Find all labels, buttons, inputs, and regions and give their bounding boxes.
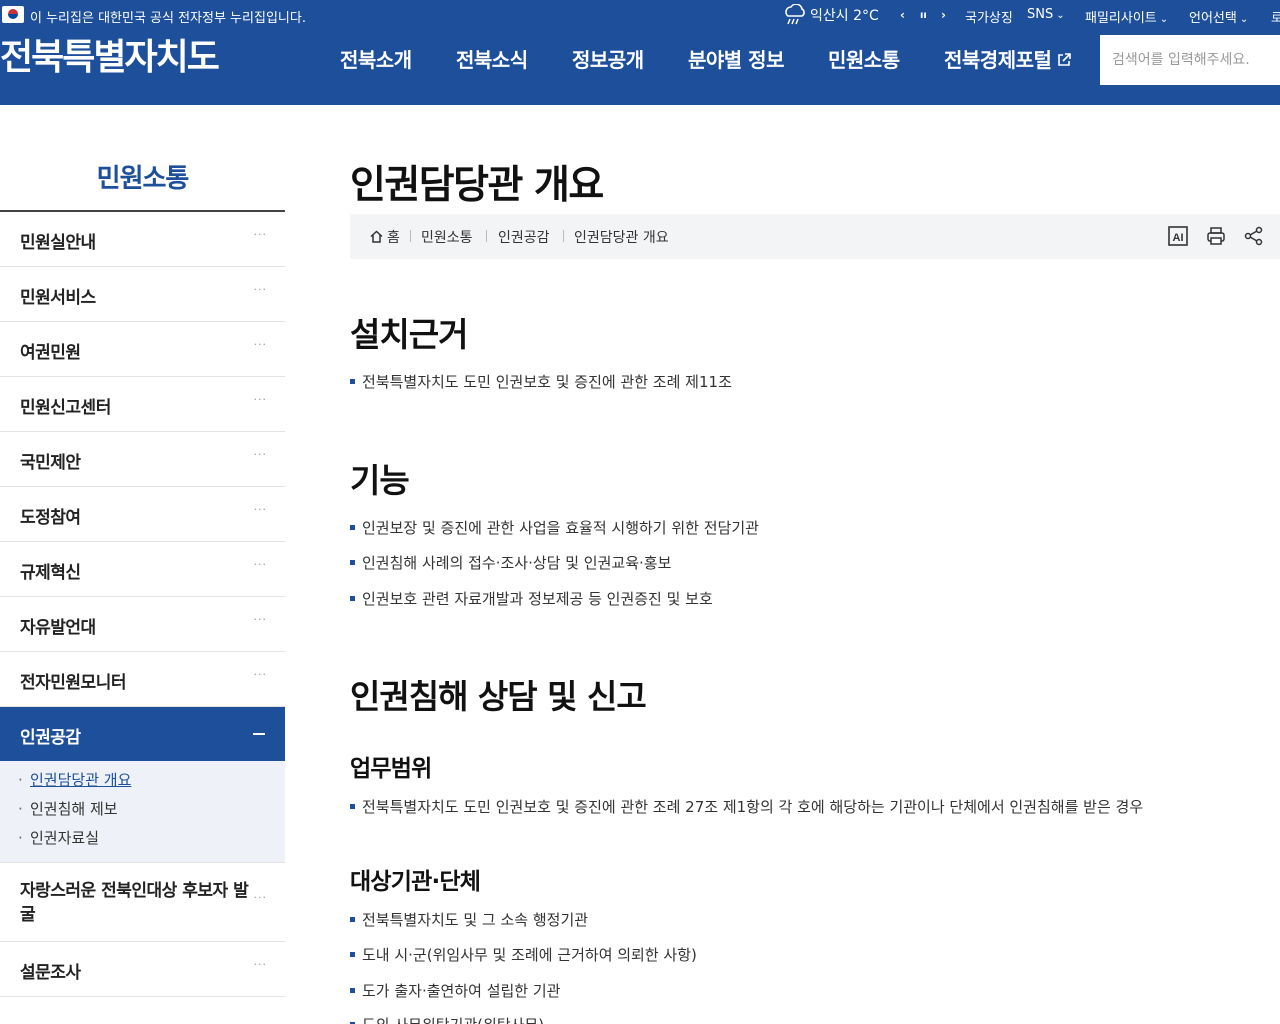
submenu-item-overview[interactable]: 인권담당관 개요 [0, 769, 285, 798]
more-icon: ··· [253, 558, 267, 571]
sidebar-item-regulation[interactable]: 규제혁신 ··· [0, 542, 285, 597]
sidebar-item-passport[interactable]: 여권민원 ··· [0, 322, 285, 377]
sidebar-submenu: 인권담당관 개요 인권침해 제보 인권자료실 [0, 761, 285, 863]
korea-flag-icon [2, 6, 24, 23]
list-item: 전북특별자치도 도민 인권보호 및 증진에 관한 조례 제11조 [350, 371, 732, 392]
breadcrumb-separator [486, 230, 487, 242]
sidebar-item-civil-service[interactable]: 민원서비스 ··· [0, 267, 285, 322]
list-item: 도내 시·군(위임사무 및 조례에 근거하여 의뢰한 사항) [350, 944, 697, 965]
section-title-consult: 인권침해 상담 및 신고 [350, 677, 647, 716]
gov-banner-text: 이 누리집은 대한민국 공식 전자정부 누리집입니다. [30, 11, 306, 26]
site-header: 이 누리집은 대한민국 공식 전자정부 누리집입니다. 익산시 2°C ‹ ıı… [0, 0, 1280, 105]
breadcrumb-separator [410, 230, 411, 242]
more-icon: ··· [253, 283, 267, 296]
family-site-menu[interactable]: 패밀리사이트 ⌄ [1085, 7, 1168, 26]
subsection-title-scope: 업무범위 [350, 756, 432, 782]
external-link-icon [1058, 53, 1072, 66]
more-icon: ··· [253, 228, 267, 241]
gnb-item-field-info[interactable]: 분야별 정보 [688, 44, 784, 73]
login-link[interactable]: 로 [1271, 7, 1280, 26]
more-icon: ··· [253, 448, 267, 461]
sidebar-title: 민원소통 [96, 164, 190, 194]
rain-cloud-icon [785, 4, 805, 25]
submenu-item-archive[interactable]: 인권자료실 [0, 827, 285, 856]
more-icon: ··· [253, 503, 267, 516]
top-bar: 이 누리집은 대한민국 공식 전자정부 누리집입니다. 익산시 2°C ‹ ıı… [0, 0, 1280, 32]
site-logo[interactable]: 전북특별자치도 [0, 36, 220, 80]
page-title: 인권담당관 개요 [350, 163, 604, 208]
more-icon: ··· [253, 891, 267, 904]
more-icon: ··· [253, 338, 267, 351]
print-icon[interactable] [1205, 225, 1227, 247]
section-title-function: 기능 [350, 461, 410, 500]
breadcrumb-separator [563, 230, 564, 242]
gnb-item-info[interactable]: 정보공개 [572, 44, 644, 73]
gnb-item-news[interactable]: 전북소식 [456, 44, 528, 73]
breadcrumb-civil[interactable]: 민원소통 [421, 227, 473, 247]
more-icon: ··· [253, 958, 267, 971]
sidebar-item-award[interactable]: 자랑스러운 전북인대상 후보자 발굴 ··· [0, 863, 285, 942]
list-item: 전북특별자치도 및 그 소속 행정기관 [350, 909, 588, 930]
section-title-basis: 설치근거 [350, 315, 468, 354]
ai-icon[interactable]: AI [1167, 225, 1189, 247]
sns-menu[interactable]: SNS ⌄ [1027, 7, 1065, 22]
collapse-icon [253, 733, 265, 735]
sidebar-item-monitor[interactable]: 전자민원모니터 ··· [0, 652, 285, 707]
gnb-item-intro[interactable]: 전북소개 [340, 44, 412, 73]
submenu-item-report[interactable]: 인권침해 제보 [0, 798, 285, 827]
weather-text: 익산시 2°C [810, 8, 879, 24]
list-item: 인권보장 및 증진에 관한 사업을 효율적 시행하기 위한 전담기관 [350, 517, 759, 538]
pause-icon[interactable]: ıı [920, 10, 927, 21]
list-item: 전북특별자치도 도민 인권보호 및 증진에 관한 조례 27조 제1항의 각 호… [350, 796, 1143, 817]
more-icon: ··· [253, 393, 267, 406]
gnb-item-economy-portal[interactable]: 전북경제포털 [944, 44, 1072, 73]
more-icon: ··· [253, 668, 267, 681]
language-menu[interactable]: 언어선택 ⌄ [1189, 7, 1248, 26]
home-icon [370, 230, 383, 243]
list-item: 도가 출자·출연하여 설립한 기관 [350, 980, 560, 1001]
subsection-title-target: 대상기관·단체 [350, 869, 481, 895]
gnb-item-civil[interactable]: 민원소통 [828, 44, 900, 73]
chevron-down-icon: ⌄ [1159, 14, 1169, 25]
sidebar-item-free-speech[interactable]: 자유발언대 ··· [0, 597, 285, 652]
list-item: 도의 사무위탁기관(위탁사무) [350, 1014, 544, 1024]
prev-arrow-icon[interactable]: ‹ [900, 8, 905, 22]
sidebar-item-participation[interactable]: 도정참여 ··· [0, 487, 285, 542]
sidebar-item-report-center[interactable]: 민원신고센터 ··· [0, 377, 285, 432]
sidebar-item-proposal[interactable]: 국민제안 ··· [0, 432, 285, 487]
chevron-down-icon: ⌄ [1239, 14, 1249, 25]
sidebar-item-survey[interactable]: 설문조사 ··· [0, 942, 285, 997]
svg-text:AI: AI [1173, 232, 1184, 244]
more-icon: ··· [253, 613, 267, 626]
sidebar-menu: 민원실안내 ··· 민원서비스 ··· 여권민원 ··· 민원신고센터 ··· 국민제안… [0, 212, 285, 997]
sidebar-item-human-rights[interactable]: 인권공감 [0, 707, 285, 761]
chevron-down-icon: ⌄ [1056, 10, 1065, 21]
breadcrumb: 홈 민원소통 인권공감 인권담당관 개요 AI [350, 214, 1280, 259]
sidebar-item-civil-office[interactable]: 민원실안내 ··· [0, 212, 285, 267]
breadcrumb-home[interactable]: 홈 [387, 227, 400, 247]
search-input[interactable] [1100, 35, 1280, 85]
list-item: 인권침해 사례의 접수·조사·상담 및 인권교육·홍보 [350, 552, 671, 573]
breadcrumb-current: 인권담당관 개요 [574, 230, 669, 246]
national-symbol-link[interactable]: 국가상징 [965, 7, 1013, 26]
share-icon[interactable] [1243, 225, 1265, 247]
weather-widget: 익산시 2°C [782, 4, 879, 26]
breadcrumb-human-rights[interactable]: 인권공감 [498, 227, 550, 247]
list-item: 인권보호 관련 자료개발과 정보제공 등 인권증진 및 보호 [350, 588, 713, 609]
next-arrow-icon[interactable]: › [941, 8, 946, 22]
